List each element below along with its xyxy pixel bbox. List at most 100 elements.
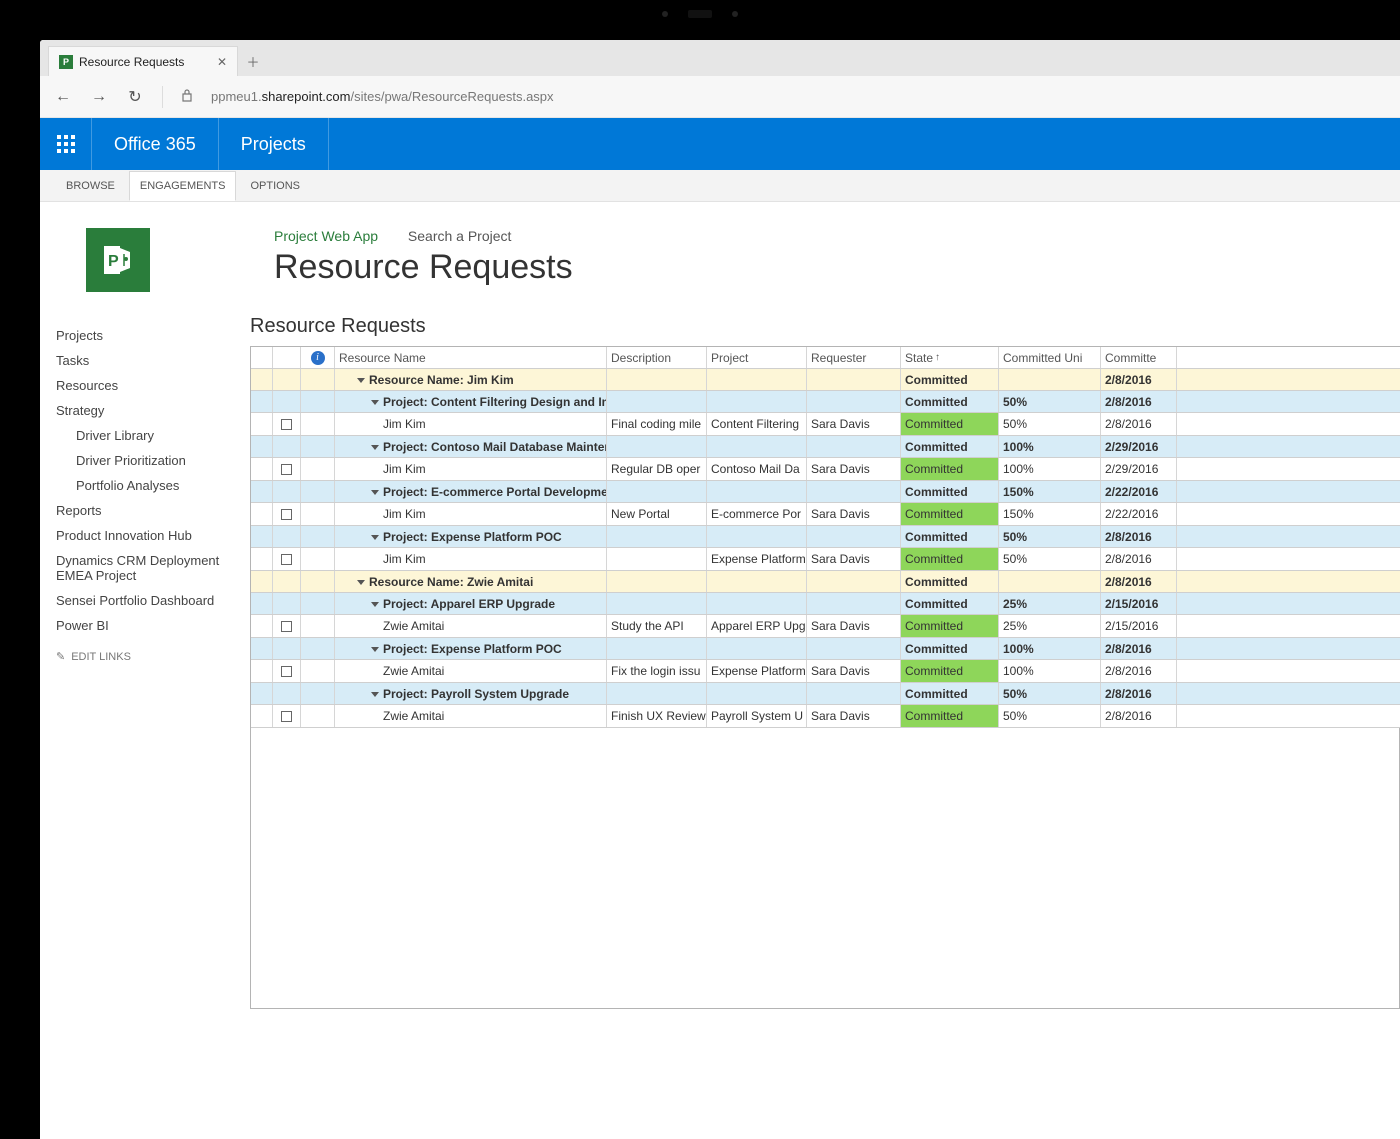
forward-icon[interactable]: → xyxy=(90,88,108,106)
row-checkbox-cell[interactable] xyxy=(273,615,301,637)
col-requester[interactable]: Requester xyxy=(807,347,901,368)
table-row[interactable]: Jim KimFinal coding mileContent Filterin… xyxy=(251,413,1400,436)
table-row[interactable]: Jim KimRegular DB operContoso Mail DaSar… xyxy=(251,458,1400,481)
suite-app-name[interactable]: Projects xyxy=(219,118,329,170)
row-selector[interactable] xyxy=(251,705,273,727)
table-row[interactable]: Resource Name: Jim KimCommitted2/8/2016 xyxy=(251,369,1400,391)
row-selector[interactable] xyxy=(251,638,273,659)
quick-launch-item[interactable]: Driver Library xyxy=(56,423,234,448)
checkbox[interactable] xyxy=(281,711,292,722)
checkbox[interactable] xyxy=(281,464,292,475)
col-description[interactable]: Description xyxy=(607,347,707,368)
row-checkbox-cell[interactable] xyxy=(273,683,301,704)
quick-launch-item[interactable]: Projects xyxy=(56,323,234,348)
table-row[interactable]: Project: E-commerce Portal DevelopmenCom… xyxy=(251,481,1400,503)
ribbon-tab-browse[interactable]: BROWSE xyxy=(56,172,125,200)
table-row[interactable]: Project: Apparel ERP UpgradeCommitted25%… xyxy=(251,593,1400,615)
suite-brand[interactable]: Office 365 xyxy=(92,118,219,170)
row-checkbox-cell[interactable] xyxy=(273,526,301,547)
caret-down-icon[interactable] xyxy=(371,535,379,540)
quick-launch-item[interactable]: Reports xyxy=(56,498,234,523)
quick-launch-item[interactable]: Tasks xyxy=(56,348,234,373)
table-row[interactable]: Zwie AmitaiFinish UX ReviewPayroll Syste… xyxy=(251,705,1400,728)
col-project[interactable]: Project xyxy=(707,347,807,368)
row-selector[interactable] xyxy=(251,683,273,704)
row-selector[interactable] xyxy=(251,481,273,502)
app-launcher-icon[interactable] xyxy=(40,118,92,170)
row-selector[interactable] xyxy=(251,615,273,637)
quick-launch-item[interactable]: Dynamics CRM Deployment EMEA Project xyxy=(56,548,234,588)
table-row[interactable]: Project: Contoso Mail Database MaintenCo… xyxy=(251,436,1400,458)
quick-launch-item[interactable]: Portfolio Analyses xyxy=(56,473,234,498)
caret-down-icon[interactable] xyxy=(371,692,379,697)
caret-down-icon[interactable] xyxy=(371,490,379,495)
edit-links[interactable]: ✎ EDIT LINKS xyxy=(56,638,234,663)
caret-down-icon[interactable] xyxy=(357,580,365,585)
quick-launch-item[interactable]: Strategy xyxy=(56,398,234,423)
browser-tab[interactable]: P Resource Requests ✕ xyxy=(48,46,238,76)
row-selector[interactable] xyxy=(251,503,273,525)
checkbox[interactable] xyxy=(281,621,292,632)
row-selector[interactable] xyxy=(251,458,273,480)
info-header[interactable]: i xyxy=(301,347,335,368)
table-row[interactable]: Jim KimExpense PlatformSara DavisCommitt… xyxy=(251,548,1400,571)
row-selector[interactable] xyxy=(251,436,273,457)
table-row[interactable]: Zwie AmitaiFix the login issuExpense Pla… xyxy=(251,660,1400,683)
quick-launch-item[interactable]: Product Innovation Hub xyxy=(56,523,234,548)
row-selector[interactable] xyxy=(251,548,273,570)
quick-launch-item[interactable]: Driver Prioritization xyxy=(56,448,234,473)
caret-down-icon[interactable] xyxy=(357,378,365,383)
row-checkbox-cell[interactable] xyxy=(273,571,301,592)
row-checkbox-cell[interactable] xyxy=(273,503,301,525)
row-selector[interactable] xyxy=(251,571,273,592)
row-checkbox-cell[interactable] xyxy=(273,458,301,480)
checkbox[interactable] xyxy=(281,509,292,520)
row-selector[interactable] xyxy=(251,660,273,682)
address-bar[interactable]: ppmeu1.sharepoint.com/sites/pwa/Resource… xyxy=(211,89,554,104)
back-icon[interactable]: ← xyxy=(54,88,72,106)
checkbox[interactable] xyxy=(281,666,292,677)
ribbon-tab-engagements[interactable]: ENGAGEMENTS xyxy=(129,171,237,201)
checkbox[interactable] xyxy=(281,554,292,565)
col-committed-units[interactable]: Committed Uni xyxy=(999,347,1101,368)
caret-down-icon[interactable] xyxy=(371,445,379,450)
close-icon[interactable]: ✕ xyxy=(217,55,227,69)
row-selector[interactable] xyxy=(251,369,273,390)
col-resource-name[interactable]: Resource Name xyxy=(335,347,607,368)
table-row[interactable]: Resource Name: Zwie AmitaiCommitted2/8/2… xyxy=(251,571,1400,593)
row-checkbox-cell[interactable] xyxy=(273,638,301,659)
row-selector[interactable] xyxy=(251,413,273,435)
quick-launch-item[interactable]: Resources xyxy=(56,373,234,398)
row-selector[interactable] xyxy=(251,593,273,614)
row-checkbox-cell[interactable] xyxy=(273,481,301,502)
row-checkbox-cell[interactable] xyxy=(273,705,301,727)
refresh-icon[interactable]: ↻ xyxy=(126,87,144,107)
caret-down-icon[interactable] xyxy=(371,602,379,607)
search-project-link[interactable]: Search a Project xyxy=(408,228,512,244)
row-checkbox-cell[interactable] xyxy=(273,660,301,682)
row-selector[interactable] xyxy=(251,391,273,412)
new-tab-button[interactable]: ＋ xyxy=(238,46,268,76)
row-checkbox-cell[interactable] xyxy=(273,436,301,457)
row-checkbox-cell[interactable] xyxy=(273,413,301,435)
quick-launch-item[interactable]: Power BI xyxy=(56,613,234,638)
table-row[interactable]: Project: Expense Platform POCCommitted10… xyxy=(251,638,1400,660)
caret-down-icon[interactable] xyxy=(371,647,379,652)
table-row[interactable]: Project: Expense Platform POCCommitted50… xyxy=(251,526,1400,548)
table-row[interactable]: Project: Payroll System UpgradeCommitted… xyxy=(251,683,1400,705)
col-state[interactable]: State↑ xyxy=(901,347,999,368)
row-selector-header[interactable] xyxy=(251,347,273,368)
row-checkbox-cell[interactable] xyxy=(273,593,301,614)
table-row[interactable]: Zwie AmitaiStudy the APIApparel ERP UpgS… xyxy=(251,615,1400,638)
row-selector[interactable] xyxy=(251,526,273,547)
breadcrumb-root[interactable]: Project Web App xyxy=(274,228,378,244)
row-checkbox-cell[interactable] xyxy=(273,548,301,570)
checkbox-header[interactable] xyxy=(273,347,301,368)
quick-launch-item[interactable]: Sensei Portfolio Dashboard xyxy=(56,588,234,613)
caret-down-icon[interactable] xyxy=(371,400,379,405)
table-row[interactable]: Project: Content Filtering Design and Im… xyxy=(251,391,1400,413)
col-committed-date[interactable]: Committe xyxy=(1101,347,1177,368)
table-row[interactable]: Jim KimNew PortalE-commerce PorSara Davi… xyxy=(251,503,1400,526)
row-checkbox-cell[interactable] xyxy=(273,391,301,412)
row-checkbox-cell[interactable] xyxy=(273,369,301,390)
